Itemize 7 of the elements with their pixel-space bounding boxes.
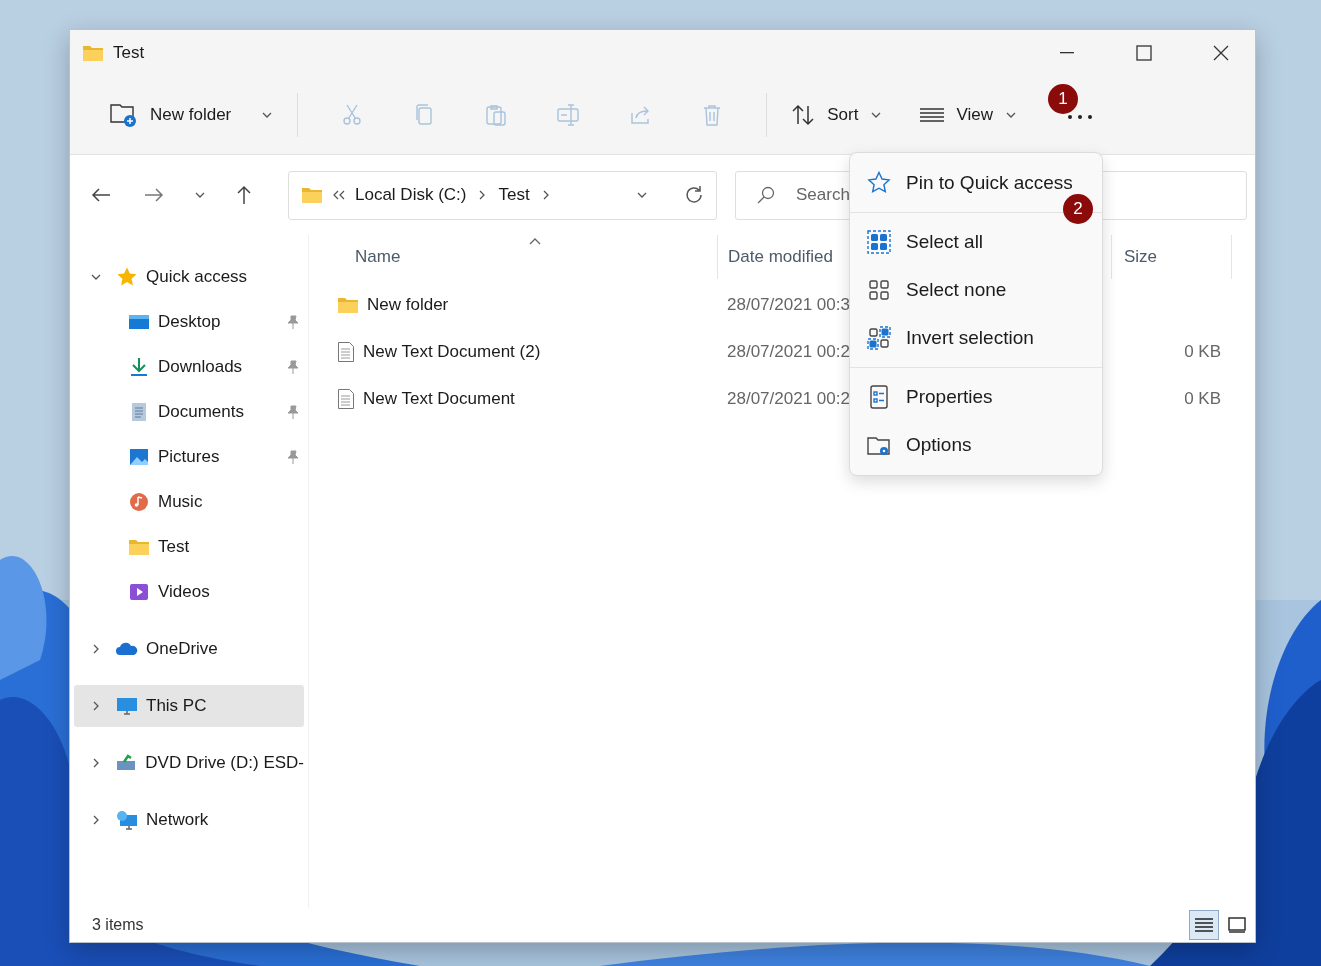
date-modified: 28/07/2021 00:2 <box>727 388 850 409</box>
date-modified: 28/07/2021 00:3 <box>727 294 850 315</box>
item-count: 3 items <box>92 916 145 934</box>
file-size: 0 KB <box>1184 388 1221 409</box>
window-title: Test <box>113 43 146 63</box>
file-size: 0 KB <box>1184 341 1221 362</box>
date-modified: 28/07/2021 00:2 <box>727 341 850 362</box>
